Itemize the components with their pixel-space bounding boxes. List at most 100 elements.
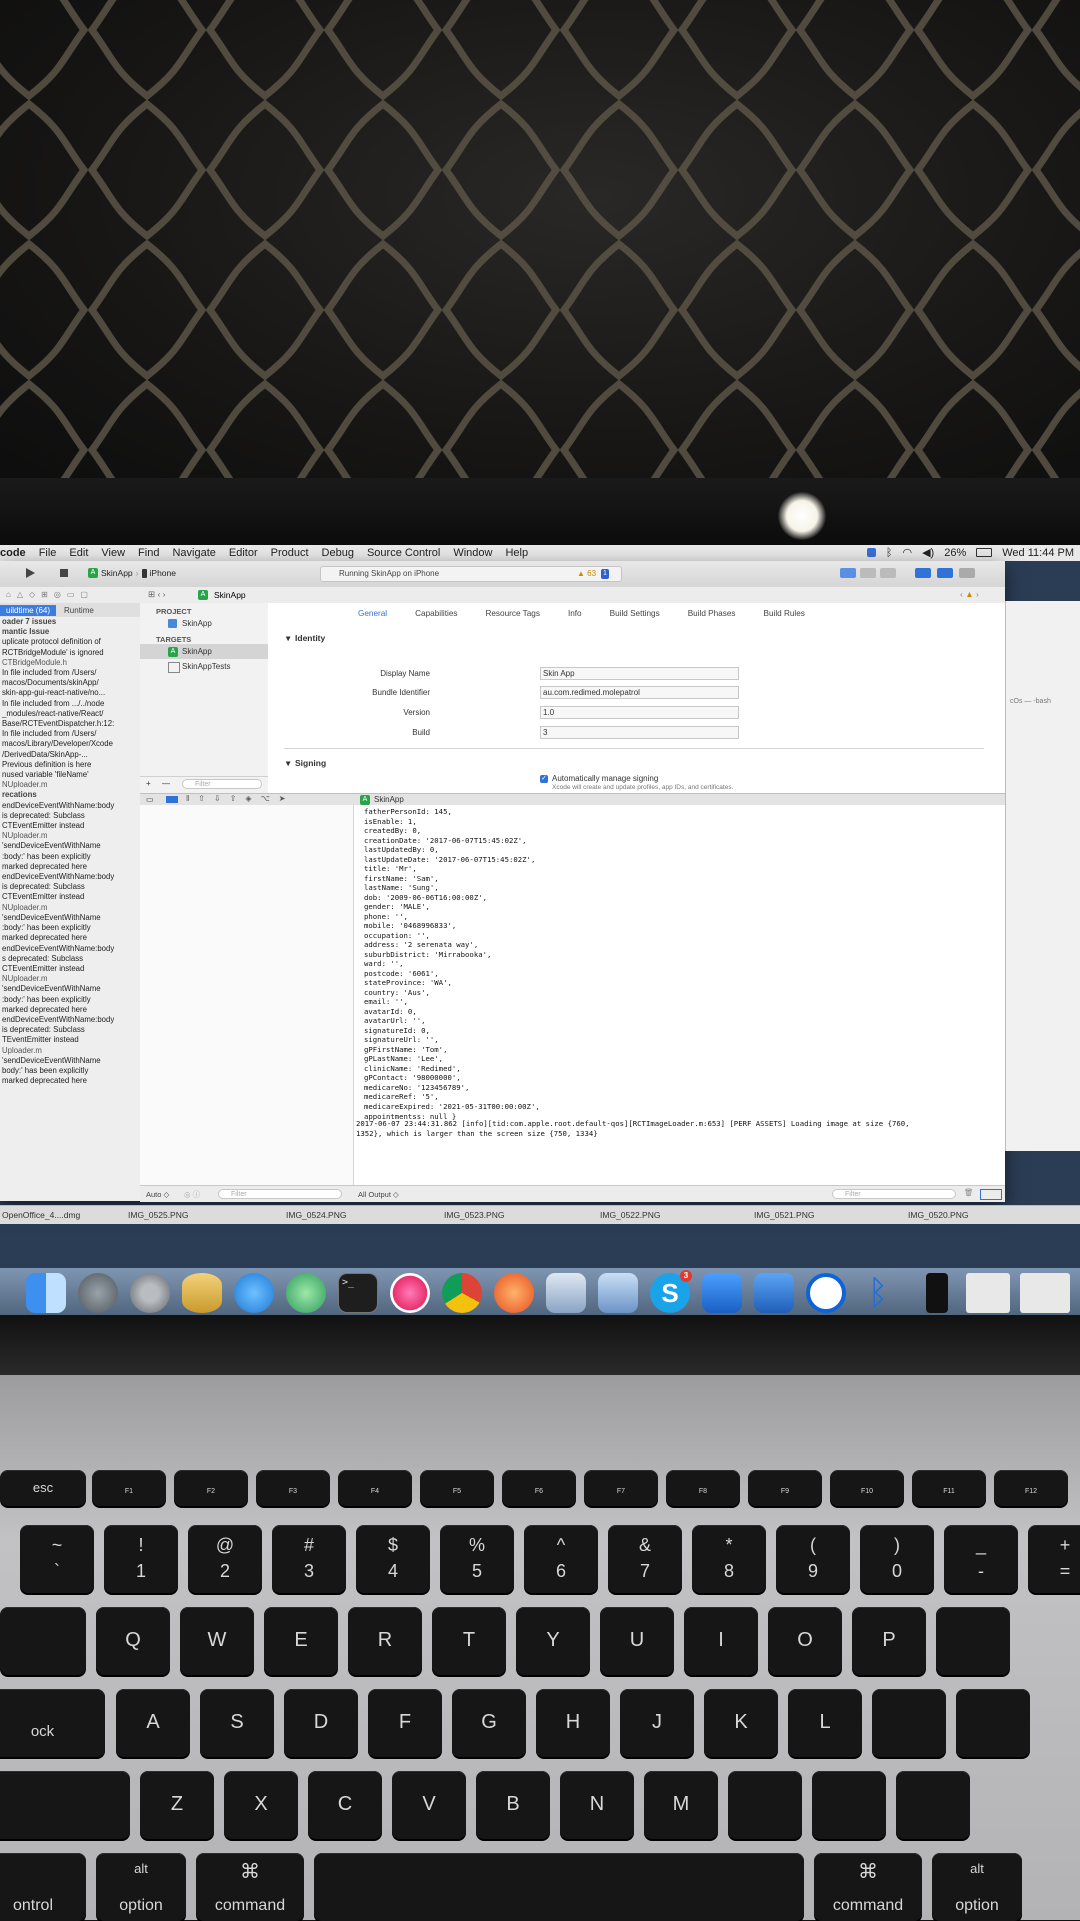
key-f11[interactable]: F11 bbox=[912, 1470, 986, 1506]
issue-item[interactable]: :body:' has been explicitly bbox=[0, 852, 140, 862]
issue-item[interactable]: recations bbox=[0, 790, 140, 800]
console-filter[interactable]: Filter bbox=[832, 1189, 956, 1199]
key-0[interactable]: ) 0 bbox=[860, 1525, 934, 1593]
issue-item[interactable]: is deprecated: Subclass bbox=[0, 1025, 140, 1035]
key-h[interactable]: H bbox=[536, 1689, 610, 1757]
issue-item[interactable]: /DerivedData/SkinApp-... bbox=[0, 750, 140, 760]
window-thumbnail[interactable] bbox=[966, 1273, 1010, 1313]
version-field[interactable]: 1.0 bbox=[540, 706, 739, 719]
tab-runtime[interactable]: Runtime bbox=[56, 605, 102, 616]
download-item[interactable]: OpenOffice_4....dmg bbox=[2, 1210, 80, 1220]
issue-item[interactable]: CTEventEmitter instead bbox=[0, 821, 140, 831]
key-k[interactable]: K bbox=[704, 1689, 778, 1757]
issue-item[interactable]: 'sendDeviceEventWithName bbox=[0, 1056, 140, 1066]
run-button[interactable] bbox=[24, 567, 36, 579]
key-f7[interactable]: F7 bbox=[584, 1470, 658, 1506]
menu-find[interactable]: Find bbox=[138, 547, 159, 559]
error-count[interactable]: 1 bbox=[601, 569, 609, 579]
volume-icon[interactable]: ◀) bbox=[922, 546, 934, 559]
panel-toggle-buttons[interactable] bbox=[915, 567, 985, 580]
key-bracket[interactable] bbox=[936, 1607, 1010, 1675]
key-1[interactable]: ! 1 bbox=[104, 1525, 178, 1593]
key-2[interactable]: @2 bbox=[188, 1525, 262, 1593]
key-t[interactable]: T bbox=[432, 1607, 506, 1675]
key-q[interactable]: Q bbox=[96, 1607, 170, 1675]
console-split-buttons[interactable] bbox=[980, 1189, 1002, 1200]
teamviewer-icon[interactable] bbox=[806, 1273, 846, 1313]
navigator-icons[interactable]: ⌂△◇⊞◎▭▢ bbox=[6, 590, 94, 599]
download-item[interactable]: IMG_0525.PNG bbox=[128, 1210, 188, 1220]
key-i[interactable]: I bbox=[684, 1607, 758, 1675]
activity-viewer[interactable]: Running SkinApp on iPhone ▲ 63 1 bbox=[320, 566, 622, 582]
issue-item[interactable]: Base/RCTEventDispatcher.h:12: bbox=[0, 719, 140, 729]
issue-item[interactable]: marked deprecated here bbox=[0, 933, 140, 943]
issue-item[interactable]: :body:' has been explicitly bbox=[0, 923, 140, 933]
issue-item[interactable]: :body:' has been explicitly bbox=[0, 995, 140, 1005]
key-f6[interactable]: F6 bbox=[502, 1470, 576, 1506]
issue-item[interactable]: endDeviceEventWithName:body bbox=[0, 872, 140, 882]
key-f9[interactable]: F9 bbox=[748, 1470, 822, 1506]
download-item[interactable]: IMG_0523.PNG bbox=[444, 1210, 504, 1220]
issue-item[interactable]: mantic Issue bbox=[0, 627, 140, 637]
identity-section[interactable]: ▾ Identity bbox=[286, 633, 325, 644]
menu-product[interactable]: Product bbox=[271, 547, 309, 559]
key-f4[interactable]: F4 bbox=[338, 1470, 412, 1506]
wifi-icon[interactable]: ◠ bbox=[902, 546, 912, 559]
signing-section[interactable]: ▾ Signing bbox=[286, 758, 326, 769]
xcode-icon[interactable] bbox=[598, 1273, 638, 1313]
bluetooth-icon[interactable]: ᛒ bbox=[858, 1273, 898, 1313]
key-f10[interactable]: F10 bbox=[830, 1470, 904, 1506]
atom-icon[interactable] bbox=[286, 1273, 326, 1313]
key-6[interactable]: ^ 6 bbox=[524, 1525, 598, 1593]
eye-icon[interactable]: ◎ ⓘ bbox=[184, 1189, 200, 1200]
stop-button[interactable] bbox=[58, 567, 70, 579]
menu-window[interactable]: Window bbox=[453, 547, 492, 559]
key-e[interactable]: E bbox=[264, 1607, 338, 1675]
issue-item[interactable]: NUploader.m bbox=[0, 831, 140, 841]
tab-build-phases[interactable]: Build Phases bbox=[688, 609, 736, 618]
issue-item[interactable]: TEventEmitter instead bbox=[0, 1035, 140, 1045]
issue-item[interactable]: Previous definition is here bbox=[0, 760, 140, 770]
project-item[interactable]: SkinApp bbox=[140, 616, 268, 631]
issue-item[interactable]: endDeviceEventWithName:body bbox=[0, 801, 140, 811]
warning-count[interactable]: ▲ 63 bbox=[577, 567, 596, 581]
menu-help[interactable]: Help bbox=[505, 547, 528, 559]
issue-item[interactable]: macos/Library/Developer/Xcode bbox=[0, 739, 140, 749]
xcode-beta-icon[interactable] bbox=[702, 1273, 742, 1313]
messages-icon[interactable] bbox=[234, 1273, 274, 1313]
menu-edit[interactable]: Edit bbox=[69, 547, 88, 559]
screens-icon[interactable] bbox=[754, 1273, 794, 1313]
instruments-icon[interactable] bbox=[494, 1273, 534, 1313]
issue-item[interactable]: marked deprecated here bbox=[0, 862, 140, 872]
key-shift[interactable] bbox=[0, 1771, 130, 1839]
remove-target-button[interactable]: — bbox=[162, 779, 170, 788]
editor-mode-buttons[interactable] bbox=[840, 567, 900, 580]
finder-icon[interactable] bbox=[26, 1273, 66, 1313]
issue-item[interactable]: CTEventEmitter instead bbox=[0, 964, 140, 974]
chrome-icon[interactable] bbox=[442, 1273, 482, 1313]
issue-item[interactable]: Uploader.m bbox=[0, 1046, 140, 1056]
key-g[interactable]: G bbox=[452, 1689, 526, 1757]
grid-icon[interactable]: ⊞ ‹ › bbox=[148, 589, 166, 600]
issue-item[interactable]: In file included from .../../node bbox=[0, 699, 140, 709]
download-item[interactable]: IMG_0522.PNG bbox=[600, 1210, 660, 1220]
menu-navigate[interactable]: Navigate bbox=[172, 547, 215, 559]
issue-item[interactable]: In file included from /Users/ bbox=[0, 729, 140, 739]
issue-item[interactable]: CTEventEmitter instead bbox=[0, 892, 140, 902]
issue-item[interactable]: 'sendDeviceEventWithName bbox=[0, 841, 140, 851]
key-f3[interactable]: F3 bbox=[256, 1470, 330, 1506]
issue-item[interactable]: skin-app-gui-react-native/no... bbox=[0, 688, 140, 698]
key-period[interactable] bbox=[812, 1771, 886, 1839]
issue-item[interactable]: 'sendDeviceEventWithName bbox=[0, 913, 140, 923]
issue-item[interactable]: RCTBridgeModule' is ignored bbox=[0, 648, 140, 658]
itunes-icon[interactable] bbox=[390, 1273, 430, 1313]
download-item[interactable]: IMG_0524.PNG bbox=[286, 1210, 346, 1220]
key-f8[interactable]: F8 bbox=[666, 1470, 740, 1506]
key-o[interactable]: O bbox=[768, 1607, 842, 1675]
issue-item[interactable]: _modules/react-native/React/ bbox=[0, 709, 140, 719]
key-comma[interactable] bbox=[728, 1771, 802, 1839]
key-z[interactable]: Z bbox=[140, 1771, 214, 1839]
menu-clock[interactable]: Wed 11:44 PM bbox=[1002, 547, 1074, 559]
tab-info[interactable]: Info bbox=[568, 609, 582, 618]
key-v[interactable]: V bbox=[392, 1771, 466, 1839]
